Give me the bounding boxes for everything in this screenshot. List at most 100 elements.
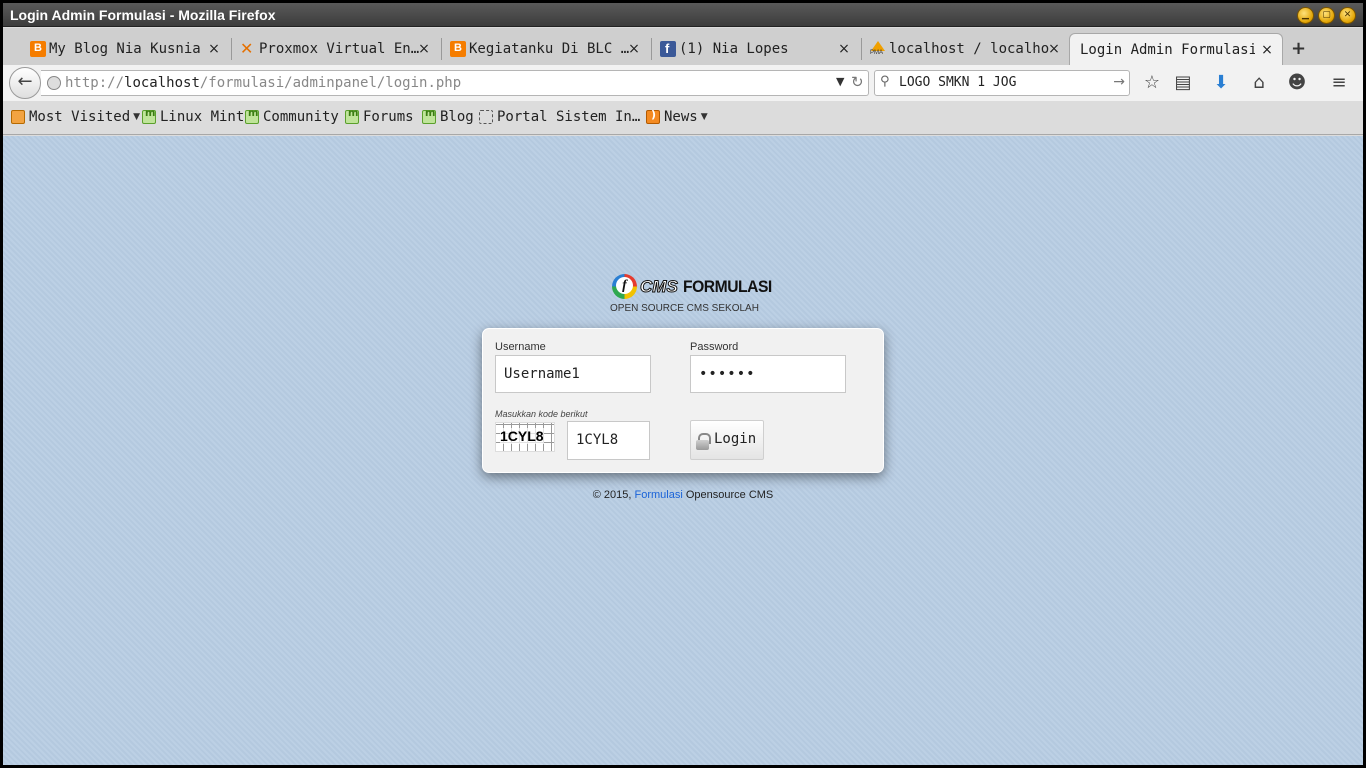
bookmark-label: Linux Mint	[160, 109, 245, 125]
tab-separator	[441, 38, 442, 60]
tab-my-blog[interactable]: My Blog Nia Kusnia … ×	[23, 33, 229, 65]
firefox-window: Login Admin Formulasi - Mozilla Firefox …	[3, 3, 1363, 765]
url-scheme: http://	[65, 75, 125, 91]
tab-close-icon[interactable]: ×	[837, 41, 851, 57]
tab-label: localhost / localhost…	[889, 41, 1049, 57]
captcha-image: 1CYL8	[495, 422, 555, 452]
tab-label: Proxmox Virtual En…	[259, 41, 419, 57]
tab-close-icon[interactable]: ×	[627, 41, 641, 57]
bookmarks-toolbar: Most Visited ▼ Linux Mint Community Foru…	[3, 101, 1363, 135]
password-input[interactable]: ••••••	[690, 355, 846, 393]
bookmark-forums[interactable]: Forums	[345, 108, 414, 125]
mint-icon	[142, 108, 156, 124]
mint-icon	[345, 108, 359, 124]
url-bar[interactable]: http://localhost/formulasi/adminpanel/lo…	[41, 70, 869, 96]
bookmark-label: Portal Sistem In…	[497, 109, 641, 125]
tab-separator	[861, 38, 862, 60]
username-label: Username	[495, 341, 546, 353]
bookmark-portal-sistem[interactable]: Portal Sistem In…	[479, 109, 640, 125]
bookmark-label: Forums	[363, 109, 414, 125]
captcha-label: Masukkan kode berikut	[495, 409, 588, 419]
tab-separator	[231, 38, 232, 60]
bookmark-blog[interactable]: Blog	[422, 108, 474, 125]
login-button[interactable]: Login	[690, 420, 764, 460]
chat-icon[interactable]: ☻	[1285, 71, 1309, 95]
back-button[interactable]: ←	[9, 67, 41, 99]
captcha-image-text: 1CYL8	[500, 428, 544, 444]
footer-formulasi-link[interactable]: Formulasi	[634, 489, 682, 501]
bookmark-label: News	[664, 109, 698, 125]
footer-copyright: © 2015,	[592, 489, 635, 501]
logo-formulasi-text: FORMULASI	[683, 277, 772, 296]
close-window-button[interactable]: ✕	[1339, 7, 1356, 24]
blogger-icon	[450, 41, 466, 57]
navigation-bar: http://localhost/formulasi/adminpanel/lo…	[3, 65, 1363, 101]
proxmox-icon	[240, 39, 256, 58]
tab-close-icon[interactable]: ×	[1047, 41, 1061, 57]
tab-login-admin[interactable]: Login Admin Formulasi ×	[1069, 33, 1283, 65]
bookmark-label: Blog	[440, 109, 474, 125]
username-input[interactable]: Username1	[495, 355, 651, 393]
reading-list-icon[interactable]: ▤	[1171, 71, 1195, 95]
lock-icon	[696, 433, 711, 450]
new-tab-button[interactable]: +	[1291, 38, 1306, 59]
menu-icon[interactable]: ≡	[1327, 71, 1351, 95]
home-icon[interactable]: ⌂	[1247, 71, 1271, 95]
cms-formulasi-logo: CMS FORMULASI OPEN SOURCE CMS SEKOLAH	[610, 273, 772, 314]
search-input[interactable]: LOGO SMKN 1 JOG	[899, 75, 1016, 90]
reload-icon[interactable]: ↻	[851, 73, 864, 91]
formulasi-logo-icon	[612, 274, 637, 299]
tab-label: My Blog Nia Kusnia …	[49, 41, 209, 57]
history-dropdown-icon[interactable]: ▼	[836, 75, 844, 88]
tab-facebook[interactable]: (1) Nia Lopes ×	[653, 33, 859, 65]
tab-label: Kegiatanku Di BLC …	[469, 41, 629, 57]
bookmark-label: Community	[263, 109, 339, 125]
password-label: Password	[690, 341, 739, 353]
phpmyadmin-icon	[870, 41, 886, 57]
url-path: /formulasi/adminpanel/login.php	[199, 75, 462, 91]
login-button-label: Login	[714, 431, 757, 447]
logo-cms-text: CMS	[640, 277, 679, 297]
captcha-input[interactable]: 1CYL8	[567, 421, 650, 460]
download-icon[interactable]: ⬇	[1209, 71, 1233, 95]
chevron-down-icon: ▼	[700, 112, 708, 122]
tab-close-icon[interactable]: ×	[1260, 42, 1274, 58]
folder-icon	[11, 110, 25, 124]
bookmark-community[interactable]: Community	[245, 108, 339, 125]
blank-page-icon	[479, 110, 493, 124]
tab-strip: My Blog Nia Kusnia … × Proxmox Virtual E…	[3, 28, 1363, 65]
maximize-button[interactable]: ▢	[1318, 7, 1335, 24]
url-text[interactable]: http://localhost/formulasi/adminpanel/lo…	[65, 75, 461, 91]
mint-icon	[422, 108, 436, 124]
url-host: localhost	[124, 75, 200, 91]
tab-close-icon[interactable]: ×	[417, 41, 431, 57]
bookmark-most-visited[interactable]: Most Visited ▼	[11, 109, 140, 125]
tab-proxmox[interactable]: Proxmox Virtual En… ×	[233, 33, 439, 65]
bookmark-linux-mint[interactable]: Linux Mint	[142, 108, 245, 125]
mint-icon	[245, 108, 259, 124]
bookmark-label: Most Visited	[29, 109, 131, 125]
back-arrow-icon: ←	[17, 71, 33, 92]
blogger-icon	[30, 41, 46, 57]
chevron-down-icon: ▼	[133, 112, 141, 122]
bookmark-news[interactable]: News ▼	[646, 108, 708, 125]
star-icon[interactable]: ☆	[1140, 71, 1164, 95]
tab-separator	[651, 38, 652, 60]
rss-icon	[646, 108, 660, 124]
search-go-icon[interactable]: →	[1113, 74, 1125, 90]
search-icon: ⚲	[880, 74, 890, 89]
login-form: Username Username1 Password •••••• Masuk…	[482, 328, 884, 473]
facebook-icon	[660, 41, 676, 57]
tab-label: (1) Nia Lopes	[679, 41, 789, 57]
tab-phpmyadmin[interactable]: localhost / localhost… ×	[863, 33, 1069, 65]
page-content: CMS FORMULASI OPEN SOURCE CMS SEKOLAH Us…	[3, 136, 1363, 765]
tab-kegiatanku[interactable]: Kegiatanku Di BLC … ×	[443, 33, 649, 65]
title-bar: Login Admin Formulasi - Mozilla Firefox …	[3, 3, 1363, 27]
globe-icon	[47, 76, 61, 90]
search-bar[interactable]: ⚲ LOGO SMKN 1 JOG →	[874, 70, 1130, 96]
tab-close-icon[interactable]: ×	[207, 41, 221, 57]
footer: © 2015, Formulasi Opensource CMS	[3, 489, 1363, 501]
tab-label: Login Admin Formulasi	[1080, 41, 1255, 58]
footer-suffix: Opensource CMS	[682, 489, 774, 501]
minimize-button[interactable]: ▁	[1297, 7, 1314, 24]
